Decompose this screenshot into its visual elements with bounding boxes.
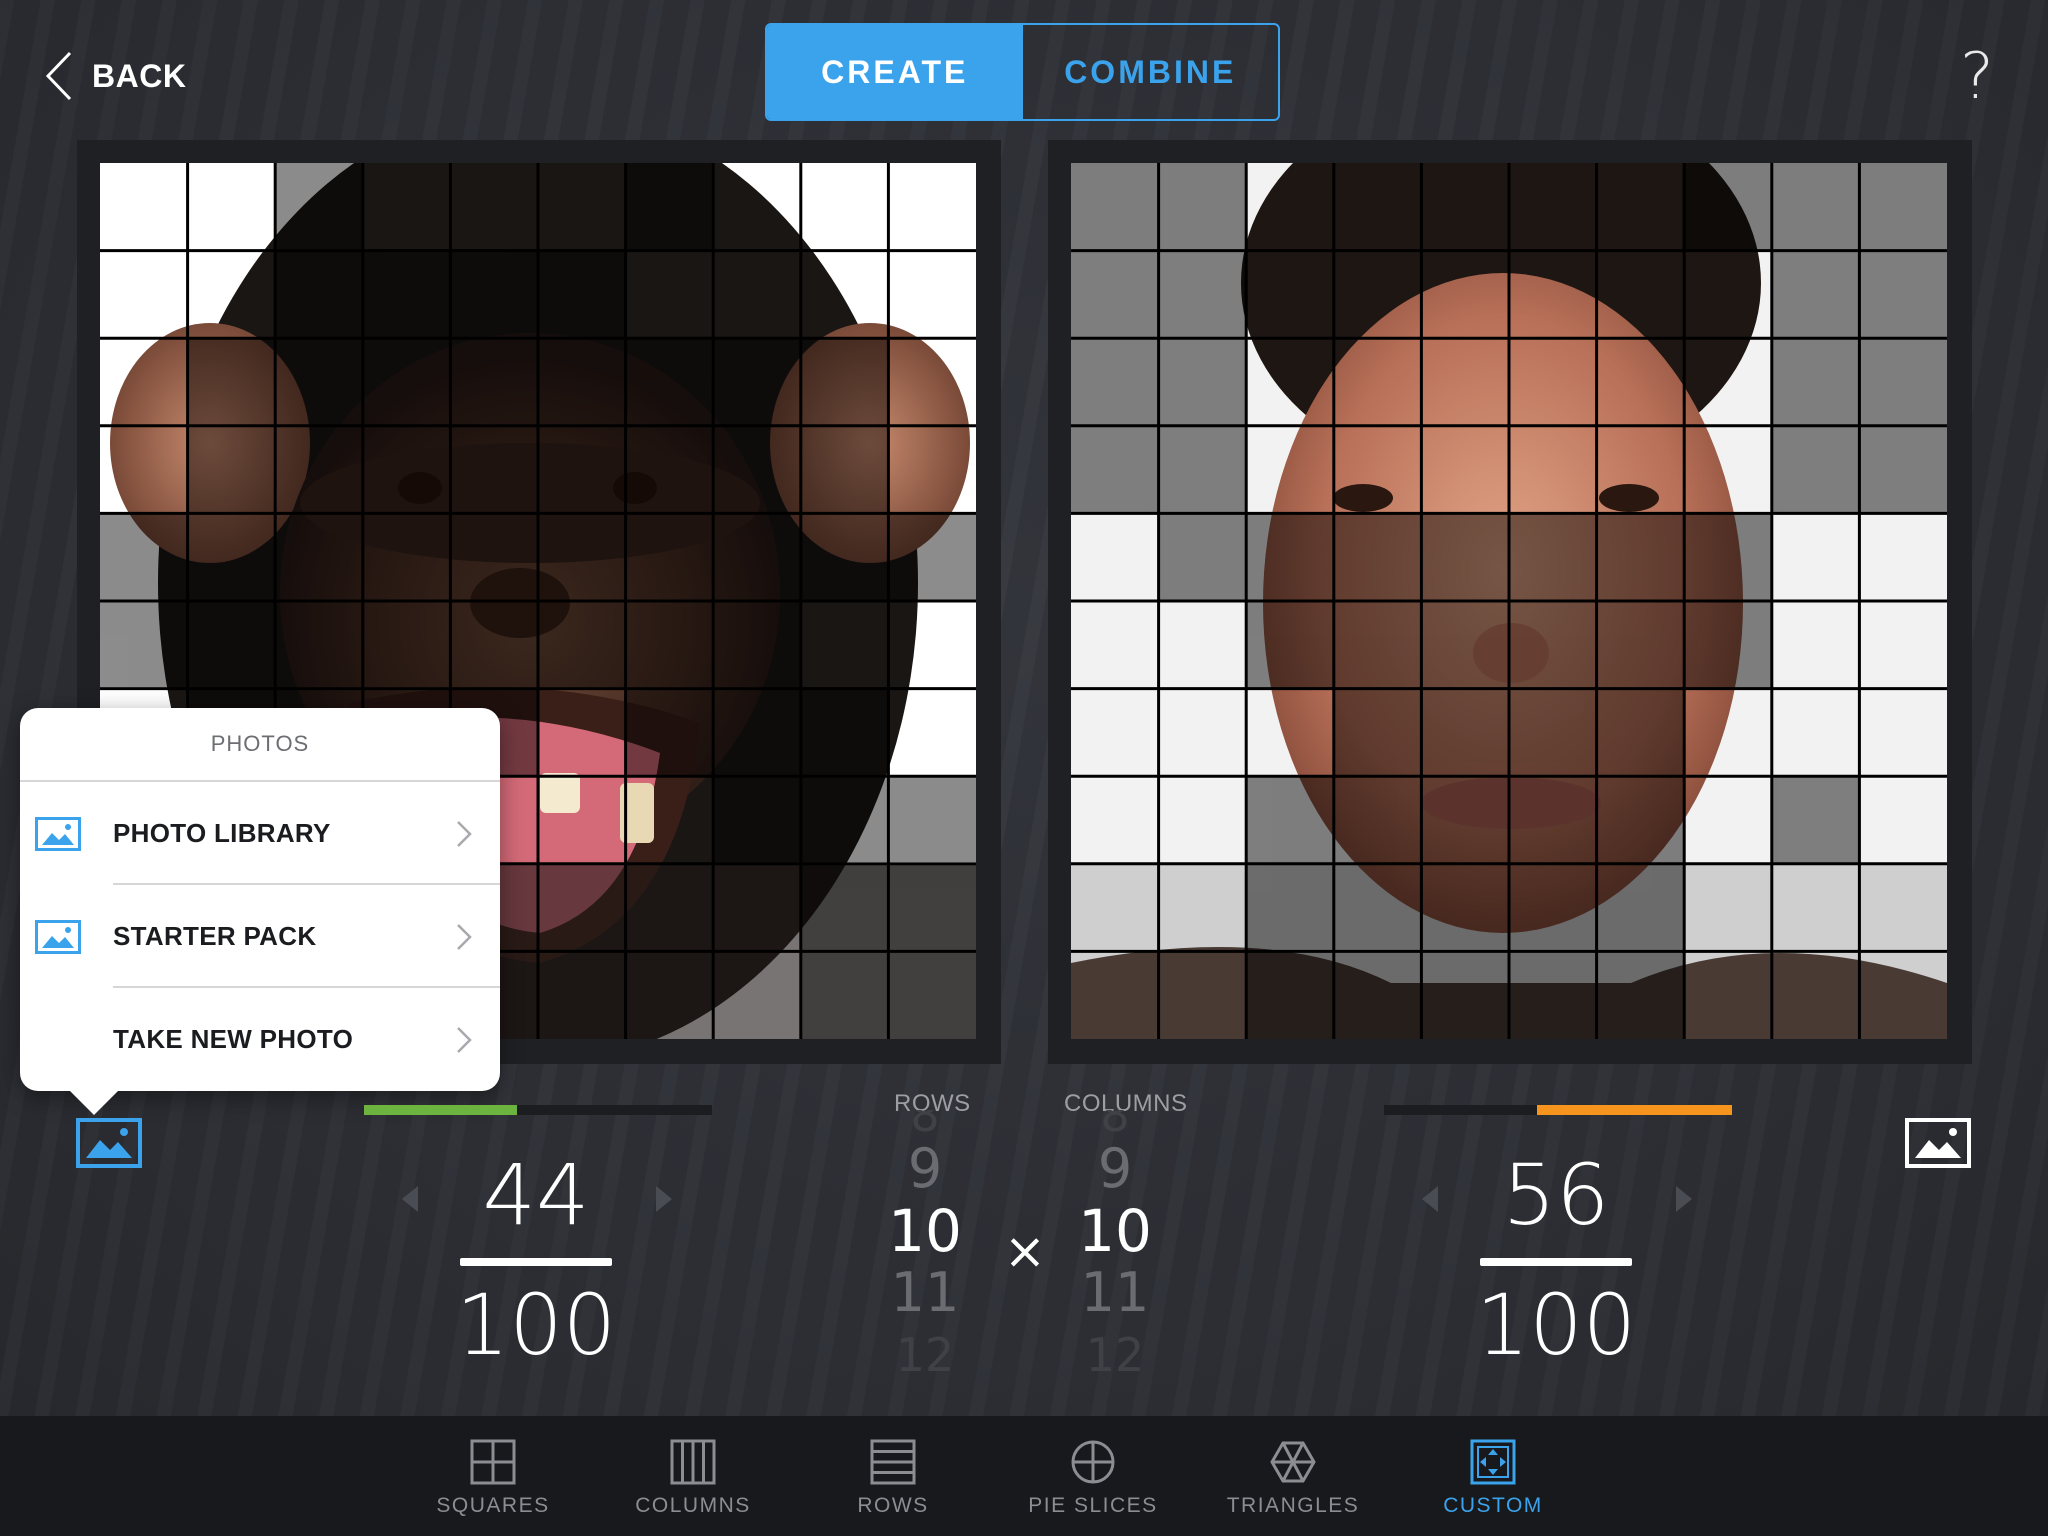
tab-pie-slices[interactable]: PIE SLICES (1013, 1416, 1173, 1536)
right-image-button[interactable] (1905, 1118, 1971, 1168)
back-button[interactable]: BACK (44, 48, 186, 104)
pie-slices-icon (1071, 1440, 1115, 1484)
tab-squares[interactable]: SQUARES (413, 1416, 573, 1536)
tab-label: SQUARES (436, 1494, 550, 1517)
chevron-left-icon (45, 51, 72, 101)
columns-option: 11 (1080, 1261, 1150, 1324)
columns-icon (670, 1439, 716, 1485)
left-fraction: 44 100 (436, 1150, 636, 1370)
right-fraction: 56 100 (1456, 1150, 1656, 1370)
rows-option: 9 (907, 1137, 943, 1200)
help-button[interactable]: ? (1960, 40, 1994, 114)
tab-label: TRIANGLES (1226, 1494, 1360, 1517)
rows-selected: 10 (888, 1197, 962, 1265)
times-sign: × (1004, 1222, 1046, 1280)
rows-option: 8 (910, 1110, 940, 1142)
photo-library-label: PHOTO LIBRARY (113, 818, 331, 848)
tab-combine[interactable]: COMBINE (1023, 25, 1279, 119)
left-decrease-arrow[interactable] (402, 1186, 418, 1212)
left-image-button[interactable] (76, 1118, 142, 1168)
tab-label: ROWS (857, 1494, 929, 1517)
chevron-right-icon (457, 1026, 472, 1053)
columns-option: 12 (1085, 1328, 1145, 1380)
tab-create[interactable]: CREATE (767, 25, 1023, 119)
right-denominator: 100 (1475, 1276, 1637, 1374)
left-denominator: 100 (455, 1276, 617, 1374)
rows-picker[interactable]: 8 9 10 11 12 (865, 1110, 985, 1380)
columns-selected: 10 (1078, 1197, 1152, 1265)
columns-option: 8 (1100, 1110, 1130, 1142)
take-new-photo-item[interactable]: TAKE NEW PHOTO (20, 988, 500, 1091)
custom-icon (1470, 1439, 1516, 1485)
rows-icon (870, 1439, 916, 1485)
rows-option: 12 (895, 1328, 955, 1380)
right-decrease-arrow[interactable] (1422, 1186, 1438, 1212)
image-icon (35, 919, 81, 954)
left-progress-fill (364, 1105, 518, 1115)
take-new-photo-label: TAKE NEW PHOTO (113, 1024, 354, 1054)
popover-title: PHOTOS (20, 708, 500, 782)
tab-label: PIE SLICES (1028, 1494, 1158, 1517)
left-numerator: 44 (482, 1146, 590, 1244)
right-progress-fill (1537, 1105, 1732, 1115)
image-icon (35, 816, 81, 851)
chevron-right-icon (457, 923, 472, 950)
right-numerator: 56 (1502, 1146, 1610, 1244)
columns-picker[interactable]: 8 9 10 11 12 (1055, 1110, 1175, 1380)
right-progress-bar (1384, 1105, 1732, 1115)
photo-library-item[interactable]: PHOTO LIBRARY (20, 782, 500, 885)
triangles-icon (1270, 1441, 1316, 1483)
tab-triangles[interactable]: TRIANGLES (1213, 1416, 1373, 1536)
tab-label: COLUMNS (635, 1494, 751, 1517)
photos-popover: PHOTOS PHOTO LIBRARY STARTER PACK TAKE N… (20, 708, 500, 1115)
tab-rows[interactable]: ROWS (813, 1416, 973, 1536)
right-photo-panel[interactable] (1048, 140, 1972, 1064)
columns-option: 9 (1097, 1137, 1133, 1200)
fraction-bar (460, 1258, 612, 1266)
mode-segmented-control: CREATE COMBINE (765, 23, 1280, 121)
squares-icon (470, 1439, 516, 1485)
bottom-tab-bar: SQUARES COLUMNS ROWS PIE SLICES TRIANGLE… (0, 1416, 2048, 1536)
tab-columns[interactable]: COLUMNS (613, 1416, 773, 1536)
left-progress-bar (364, 1105, 712, 1115)
rows-option: 11 (890, 1261, 960, 1324)
right-increase-arrow[interactable] (1676, 1186, 1692, 1212)
left-increase-arrow[interactable] (656, 1186, 672, 1212)
chevron-right-icon (457, 820, 472, 847)
starter-pack-item[interactable]: STARTER PACK (20, 885, 500, 988)
tab-custom[interactable]: CUSTOM (1413, 1416, 1573, 1536)
tab-label: CUSTOM (1443, 1494, 1543, 1517)
woman-photo[interactable] (1071, 163, 1947, 1039)
starter-pack-label: STARTER PACK (113, 921, 317, 951)
back-label: BACK (92, 57, 187, 94)
fraction-bar (1480, 1258, 1632, 1266)
